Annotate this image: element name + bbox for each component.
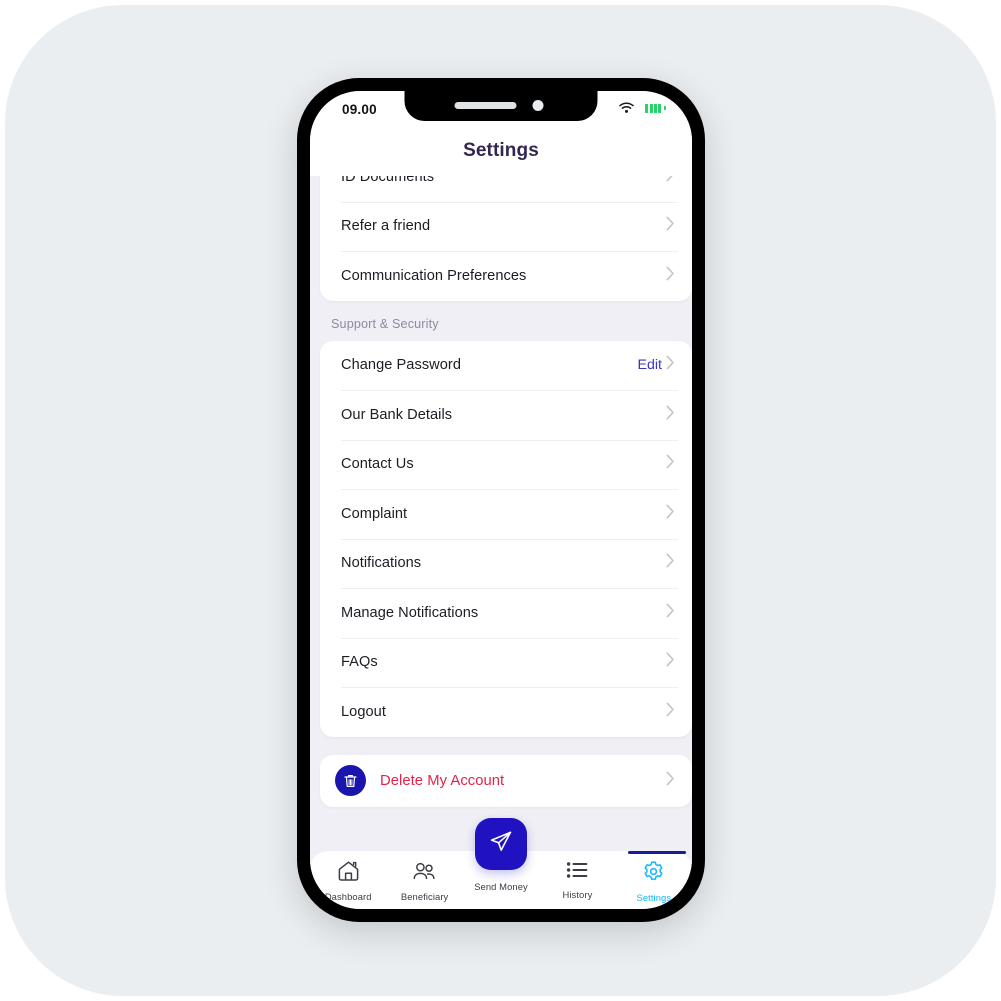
list-item-notifications[interactable]: Notifications [320,538,692,589]
tab-dashboard[interactable]: Dashboard [310,851,386,909]
tab-history[interactable]: History [539,851,615,909]
tab-label: History [562,889,593,900]
tab-label: Send Money [474,881,528,892]
chevron-right-icon [666,652,675,672]
list-icon [566,860,589,885]
edit-link[interactable]: Edit [638,357,662,373]
list-item-change-password[interactable]: Change Password Edit [320,341,692,391]
list-item-refer-a-friend[interactable]: Refer a friend [320,201,692,252]
active-tab-indicator [627,851,687,854]
screenshot-canvas: 09.00 Settings ID Documents Refer a frie… [0,0,1001,1001]
page-title: Settings [463,140,539,161]
list-item-label: Change Password [341,357,462,374]
list-item-label: Manage Notifications [341,604,479,621]
list-item-label: Logout [341,703,386,720]
wifi-icon [619,102,635,114]
delete-account-label: Delete My Account [380,772,505,789]
settings-card-support: Change Password Edit Our Bank Details Co… [320,340,692,737]
chevron-right-icon [666,771,675,791]
chevron-right-icon [666,405,675,425]
tab-settings[interactable]: Settings [616,851,692,909]
settings-card-delete-account: Delete My Account [320,754,692,807]
settings-scroll-area[interactable]: ID Documents Refer a friend Communicatio… [310,176,692,864]
list-item-label: Refer a friend [341,218,431,235]
status-bar-clock: 09.00 [342,102,377,117]
chevron-right-icon [666,454,675,474]
list-item-label: Our Bank Details [341,406,453,423]
phone-device-frame: 09.00 Settings ID Documents Refer a frie… [297,78,705,922]
chevron-right-icon [666,216,675,236]
gear-icon [642,860,665,888]
people-icon [412,860,437,887]
list-item-faqs[interactable]: FAQs [320,637,692,688]
list-item-label: ID Documents [341,176,435,185]
settings-card-account: ID Documents Refer a friend Communicatio… [320,176,692,301]
home-icon [337,860,360,887]
front-camera [532,100,544,111]
list-item-label: FAQs [341,654,378,671]
chevron-right-icon [666,176,675,187]
list-item-label: Communication Preferences [341,267,527,284]
chevron-right-icon [666,603,675,623]
tab-label: Dashboard [324,891,372,902]
list-item-delete-my-account[interactable]: Delete My Account [320,755,692,807]
list-item-label: Notifications [341,555,422,572]
phone-screen: 09.00 Settings ID Documents Refer a frie… [310,91,692,909]
paper-plane-icon [488,829,514,860]
send-money-button[interactable] [475,818,527,870]
app-header: Settings [310,131,692,176]
earpiece-speaker [454,102,517,109]
tab-label: Beneficiary [400,891,449,902]
tab-beneficiary[interactable]: Beneficiary [386,851,462,909]
chevron-right-icon [666,702,675,722]
list-item-communication-preferences[interactable]: Communication Preferences [320,251,692,301]
chevron-right-icon [666,553,675,573]
list-item-label: Contact Us [341,456,414,473]
tab-label: Settings [636,892,672,903]
list-item-complaint[interactable]: Complaint [320,489,692,539]
list-item-id-documents[interactable]: ID Documents [320,176,692,202]
device-notch [404,91,598,121]
list-item-logout[interactable]: Logout [320,687,692,737]
list-item-manage-notifications[interactable]: Manage Notifications [320,588,692,638]
battery-icon [643,102,666,114]
chevron-right-icon [666,355,675,375]
list-item-label: Complaint [341,505,408,522]
list-item-our-bank-details[interactable]: Our Bank Details [320,390,692,440]
chevron-right-icon [666,504,675,524]
section-header-support-security: Support & Security [331,316,439,331]
trash-icon [335,765,366,796]
status-bar-indicators [619,102,666,114]
list-item-contact-us[interactable]: Contact Us [320,439,692,490]
chevron-right-icon [666,266,675,286]
